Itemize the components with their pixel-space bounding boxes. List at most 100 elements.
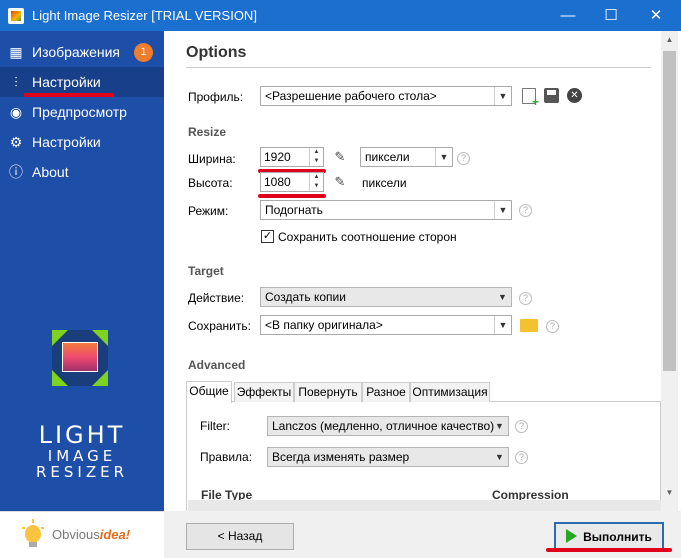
sidebar-item-label: Предпросмотр: [32, 104, 127, 120]
sidebar-item-label: About: [32, 164, 69, 180]
width-value: 1920: [264, 150, 291, 164]
rules-value: Всегда изменять размер: [272, 450, 410, 464]
keep-ratio-label: Сохранить соотношение сторон: [278, 230, 457, 244]
tab-general[interactable]: Общие: [186, 381, 232, 403]
filter-label: Filter:: [200, 419, 230, 433]
folder-icon[interactable]: [520, 319, 538, 332]
unit-select[interactable]: пиксели ▼: [360, 147, 453, 167]
sidebar-item-label: Настройки: [32, 134, 101, 150]
profile-label: Профиль:: [188, 90, 244, 104]
width-stepper[interactable]: ▲ ▼: [309, 148, 323, 166]
chevron-down-icon: ▼: [435, 148, 452, 166]
save-location-label: Сохранить:: [188, 319, 251, 333]
lightbulb-icon: [22, 519, 44, 549]
annotation-underline: [546, 548, 672, 552]
magic-wand-icon[interactable]: ✎: [332, 174, 348, 190]
width-label: Ширина:: [188, 152, 236, 166]
advanced-section-heading: Advanced: [188, 358, 246, 372]
help-icon[interactable]: ?: [457, 152, 470, 165]
help-icon[interactable]: ?: [519, 292, 532, 305]
profile-select[interactable]: <Разрешение рабочего стола> ▼: [260, 86, 512, 106]
run-button[interactable]: Выполнить: [554, 522, 664, 550]
annotation-underline: [258, 194, 326, 198]
new-profile-icon[interactable]: +: [522, 88, 539, 108]
tab-misc[interactable]: Разное: [362, 382, 410, 402]
sidebar-item-label: Изображения: [32, 44, 120, 60]
minimize-button[interactable]: —: [545, 0, 591, 31]
scroll-thumb[interactable]: [663, 51, 676, 371]
sidebar-item-about[interactable]: ⓘ About: [0, 157, 164, 187]
back-button[interactable]: < Назад: [186, 523, 294, 550]
filter-value: Lanczos (медленно, отличное качество): [272, 419, 495, 433]
action-value: Создать копии: [265, 290, 346, 304]
logo-text-light: LIGHT: [38, 421, 126, 449]
options-panel: Options Профиль: <Разрешение рабочего ст…: [164, 31, 681, 511]
keep-ratio-checkbox[interactable]: ✓: [261, 230, 274, 243]
brand-logo[interactable]: Obviousidea!: [0, 511, 164, 558]
rules-label: Правила:: [200, 450, 253, 464]
chevron-down-icon: ▼: [494, 201, 511, 219]
filter-select[interactable]: Lanczos (медленно, отличное качество) ▼: [267, 416, 509, 436]
action-label: Действие:: [188, 291, 245, 305]
run-button-label: Выполнить: [583, 530, 652, 544]
brand-prefix: Obvious: [52, 527, 100, 542]
horizontal-scrollbar[interactable]: [188, 500, 661, 511]
images-count-badge: 1: [134, 43, 153, 62]
chevron-down-icon: ▼: [495, 421, 504, 431]
sidebar: ▦ Изображения 1 ⫶ Настройки ◉ Предпросмо…: [0, 31, 164, 511]
help-icon[interactable]: ?: [515, 420, 528, 433]
height-input[interactable]: 1080 ▲ ▼: [260, 172, 324, 192]
tab-rotate[interactable]: Повернуть: [294, 382, 362, 402]
height-stepper[interactable]: ▲ ▼: [309, 173, 323, 191]
help-icon[interactable]: ?: [515, 451, 528, 464]
scroll-up-icon[interactable]: ▲: [661, 31, 678, 48]
app-logo-graphic: [52, 330, 108, 386]
delete-profile-icon[interactable]: ✕: [567, 88, 582, 103]
maximize-button[interactable]: ☐: [588, 0, 634, 31]
save-location-select[interactable]: <В папку оригинала> ▼: [260, 315, 512, 335]
close-button[interactable]: ✕: [633, 0, 679, 31]
chevron-down-icon: ▼: [498, 292, 507, 302]
window-title: Light Image Resizer [TRIAL VERSION]: [32, 8, 257, 23]
eye-icon: ◉: [9, 104, 23, 120]
tab-effects[interactable]: Эффекты: [234, 382, 294, 402]
save-profile-icon[interactable]: [544, 88, 559, 103]
app-icon: [8, 8, 24, 24]
target-section-heading: Target: [188, 264, 224, 278]
sidebar-item-label: Настройки: [32, 74, 101, 90]
advanced-tabs: Общие Эффекты Повернуть Разное Оптимизац…: [186, 381, 661, 403]
mode-value: Подогнать: [265, 203, 323, 217]
help-icon[interactable]: ?: [519, 204, 532, 217]
sidebar-item-images[interactable]: ▦ Изображения 1: [0, 37, 164, 67]
tab-optimization[interactable]: Оптимизация: [410, 382, 490, 402]
scroll-down-icon[interactable]: ▼: [661, 484, 678, 501]
page-title: Options: [186, 44, 247, 61]
logo-text-resizer: RESIZER: [35, 463, 129, 481]
brand-suffix: idea!: [99, 527, 131, 542]
chevron-down-icon: ▼: [494, 316, 511, 334]
height-unit-text: пиксели: [362, 176, 407, 190]
gear-icon: ⚙: [9, 134, 23, 150]
width-input[interactable]: 1920 ▲ ▼: [260, 147, 324, 167]
sidebar-item-preferences[interactable]: ⚙ Настройки: [0, 127, 164, 157]
play-icon: [566, 529, 578, 543]
brand-text: Obviousidea!: [52, 527, 130, 542]
rules-select[interactable]: Всегда изменять размер ▼: [267, 447, 509, 467]
mode-select[interactable]: Подогнать ▼: [260, 200, 512, 220]
unit-value: пиксели: [365, 150, 410, 164]
sidebar-item-preview[interactable]: ◉ Предпросмотр: [0, 97, 164, 127]
sliders-icon: ⫶: [14, 74, 18, 90]
height-value: 1080: [264, 175, 291, 189]
action-select[interactable]: Создать копии ▼: [260, 287, 512, 307]
magic-wand-icon[interactable]: ✎: [332, 149, 348, 165]
profile-value: <Разрешение рабочего стола>: [265, 89, 437, 103]
bottom-bar: Obviousidea! < Назад Выполнить: [0, 511, 681, 558]
divider: [186, 67, 651, 68]
info-icon: ⓘ: [9, 164, 23, 180]
chevron-down-icon: ▼: [494, 87, 511, 105]
mode-label: Режим:: [188, 204, 229, 218]
resize-section-heading: Resize: [188, 125, 227, 139]
help-icon[interactable]: ?: [546, 320, 559, 333]
height-label: Высота:: [188, 176, 233, 190]
vertical-scrollbar[interactable]: ▲ ▼: [661, 31, 678, 511]
